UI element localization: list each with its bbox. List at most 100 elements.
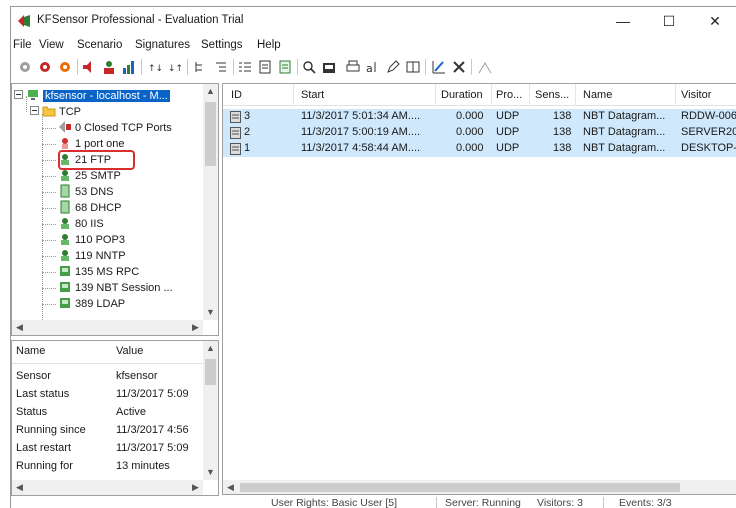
- col-header-duration[interactable]: Duration: [441, 89, 483, 101]
- tree-item[interactable]: 53 DNS: [58, 184, 114, 200]
- scroll-up-icon[interactable]: ▲: [203, 84, 218, 99]
- tree-item[interactable]: 0 Closed TCP Ports: [58, 120, 172, 136]
- maximize-button[interactable]: ☐: [647, 9, 691, 33]
- event-list[interactable]: ID Start Duration Pro... Sens... Name Vi…: [222, 83, 736, 495]
- props-vertical-scrollbar[interactable]: ▲ ▼: [203, 341, 218, 480]
- sort-descending-icon[interactable]: ↓↑: [167, 59, 183, 75]
- event-icon: [230, 111, 241, 123]
- menu-view[interactable]: View: [39, 39, 64, 51]
- scrollbar-thumb[interactable]: [240, 483, 680, 492]
- column-divider[interactable]: [529, 84, 530, 106]
- tree-item[interactable]: 68 DHCP: [58, 200, 121, 216]
- close-button[interactable]: ✕: [693, 9, 736, 33]
- props-horizontal-scrollbar[interactable]: ◀ ▶: [12, 480, 203, 495]
- column-divider[interactable]: [293, 84, 294, 106]
- tree-connector: [42, 240, 56, 241]
- status-divider: [436, 497, 437, 508]
- tree-item[interactable]: 139 NBT Session ...: [58, 280, 173, 296]
- menu-help[interactable]: Help: [257, 39, 281, 51]
- event-row[interactable]: 2 11/3/2017 5:00:19 AM.... 0.000 UDP 138…: [223, 125, 736, 141]
- book-icon[interactable]: [405, 59, 421, 75]
- details-view-icon[interactable]: [257, 59, 273, 75]
- props-row: Last status 11/3/2017 5:09: [12, 387, 204, 404]
- sensor-tree-panel[interactable]: kfsensor - localhost - M... TCP 0 Closed…: [11, 83, 219, 336]
- event-icon: [230, 143, 241, 155]
- tree-item[interactable]: 110 POP3: [58, 232, 125, 248]
- column-divider[interactable]: [435, 84, 436, 106]
- stop-sensor-icon[interactable]: [57, 59, 73, 75]
- search-icon[interactable]: [301, 59, 317, 75]
- col-header-protocol[interactable]: Pro...: [496, 89, 522, 101]
- event-row[interactable]: 3 11/3/2017 5:01:34 AM.... 0.000 UDP 138…: [223, 109, 736, 125]
- scrollbar-thumb[interactable]: [205, 102, 216, 166]
- col-header-name[interactable]: Name: [583, 89, 612, 101]
- scroll-left-icon[interactable]: ◀: [223, 480, 238, 494]
- collapse-icon[interactable]: [30, 106, 39, 115]
- col-header-sensor[interactable]: Sens...: [535, 89, 569, 101]
- tree-item[interactable]: 80 IIS: [58, 216, 104, 232]
- column-divider[interactable]: [575, 84, 576, 106]
- toolbar-separator: [471, 59, 472, 75]
- props-col-name[interactable]: Name: [16, 345, 45, 357]
- tree-item[interactable]: 25 SMTP: [58, 168, 121, 184]
- tree-horizontal-scrollbar[interactable]: ◀ ▶: [12, 320, 203, 335]
- scroll-down-icon[interactable]: ▼: [203, 465, 218, 480]
- event-sensor: 138: [553, 142, 572, 154]
- col-header-start[interactable]: Start: [301, 89, 324, 101]
- event-duration: 0.000: [456, 110, 484, 122]
- print-icon[interactable]: [345, 59, 361, 75]
- tree-connector: [42, 144, 56, 145]
- event-protocol: UDP: [496, 126, 520, 138]
- scrollbar-thumb[interactable]: [205, 359, 216, 385]
- column-divider[interactable]: [491, 84, 492, 106]
- scroll-down-icon[interactable]: ▼: [203, 305, 218, 320]
- tools-icon[interactable]: [451, 59, 467, 75]
- tree-vertical-scrollbar[interactable]: ▲ ▼: [203, 84, 218, 320]
- col-header-id[interactable]: ID: [231, 89, 242, 101]
- expand-icon[interactable]: [213, 59, 229, 75]
- start-sensor-icon[interactable]: [37, 59, 53, 75]
- tree-item[interactable]: 135 MS RPC: [58, 264, 139, 280]
- menu-signatures[interactable]: Signatures: [135, 39, 190, 51]
- tree-root[interactable]: kfsensor - localhost - M...: [14, 88, 170, 104]
- sound-icon[interactable]: [81, 59, 97, 75]
- scenario-edit-icon[interactable]: [431, 59, 447, 75]
- scroll-right-icon[interactable]: ▶: [188, 320, 203, 335]
- report-icon[interactable]: [277, 59, 293, 75]
- import-icon[interactable]: [321, 59, 337, 75]
- event-row[interactable]: 1 11/3/2017 4:58:44 AM.... 0.000 UDP 138…: [223, 141, 736, 157]
- tree-item[interactable]: 389 LDAP: [58, 296, 125, 312]
- tree-item-label: 139 NBT Session ...: [75, 282, 173, 294]
- scroll-up-icon[interactable]: ▲: [203, 341, 218, 356]
- menu-file[interactable]: File: [13, 39, 32, 51]
- sort-ascending-icon[interactable]: ↑↓: [147, 59, 163, 75]
- bar-chart-icon[interactable]: [121, 59, 137, 75]
- event-start: 11/3/2017 5:00:19 AM....: [301, 126, 421, 138]
- tree-group-tcp[interactable]: TCP: [30, 104, 81, 120]
- event-id: 1: [244, 142, 251, 154]
- scroll-left-icon[interactable]: ◀: [12, 480, 27, 495]
- collapse-icon[interactable]: [14, 90, 23, 99]
- scroll-right-icon[interactable]: ▶: [188, 480, 203, 495]
- props-col-value[interactable]: Value: [116, 345, 143, 357]
- menu-settings[interactable]: Settings: [201, 39, 243, 51]
- list-view-icon[interactable]: [237, 59, 253, 75]
- tree-connector: [42, 128, 56, 129]
- list-horizontal-scrollbar[interactable]: ◀: [223, 480, 736, 494]
- wizard-icon[interactable]: [477, 59, 493, 75]
- minimize-button[interactable]: —: [601, 9, 645, 33]
- event-start: 11/3/2017 4:58:44 AM....: [301, 142, 421, 154]
- menu-scenario[interactable]: Scenario: [77, 39, 122, 51]
- tree-item[interactable]: 119 NNTP: [58, 248, 126, 264]
- tree-item-label: 1 port one: [75, 138, 125, 150]
- new-sensor-icon[interactable]: [17, 59, 33, 75]
- edit-icon[interactable]: [385, 59, 401, 75]
- tree-view-icon[interactable]: [193, 59, 209, 75]
- column-divider[interactable]: [675, 84, 676, 106]
- col-header-visitor[interactable]: Visitor: [681, 89, 711, 101]
- font-icon[interactable]: a: [365, 59, 381, 75]
- scroll-left-icon[interactable]: ◀: [12, 320, 27, 335]
- svg-text:↓↑: ↓↑: [168, 64, 183, 74]
- event-visitor: SERVER2016: [681, 126, 736, 138]
- visitor-icon[interactable]: [101, 59, 117, 75]
